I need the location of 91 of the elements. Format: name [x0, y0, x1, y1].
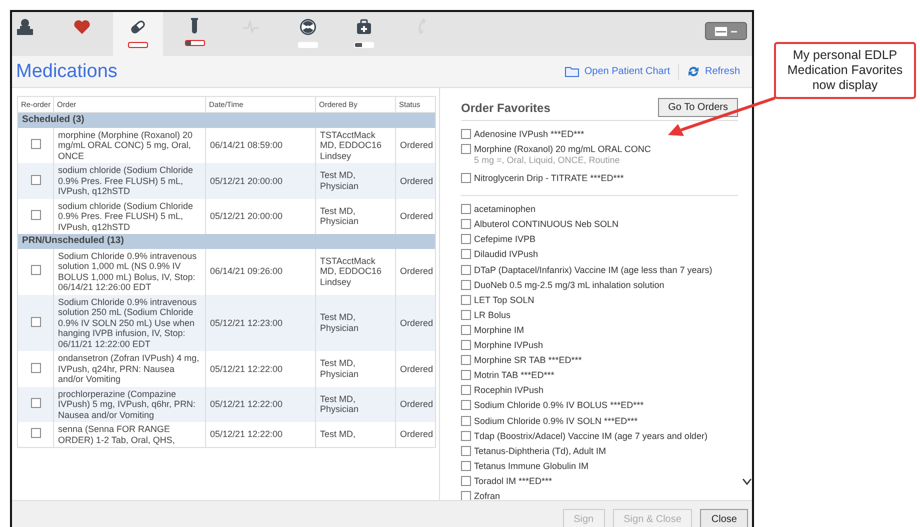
table-cell: Test MD, [316, 422, 396, 448]
checkbox[interactable] [461, 264, 471, 275]
tab[interactable] [113, 12, 163, 56]
test-tube-icon [191, 18, 198, 34]
checkbox[interactable] [461, 324, 471, 335]
open-chart-link[interactable]: Open Patient Chart [557, 66, 678, 77]
favorite-label[interactable]: Toradol IM ***ED*** [474, 476, 552, 487]
checkbox[interactable] [30, 428, 40, 438]
checkbox[interactable] [461, 446, 471, 456]
tray-icon [713, 25, 739, 37]
favorite-label[interactable]: Morphine (Roxanol) 20 mg/mL ORAL CONC [474, 144, 651, 156]
favorite-label[interactable]: acetaminophen [474, 204, 536, 216]
checkbox[interactable] [30, 139, 40, 149]
checkbox[interactable] [30, 362, 40, 372]
table-cell: Ordered [396, 294, 436, 351]
checkbox[interactable] [461, 204, 471, 214]
table-cell: Test MD, Physician [316, 294, 396, 351]
page-title: Medications [16, 60, 118, 82]
favorite-label[interactable]: Morphine SR TAB ***ED*** [474, 355, 582, 366]
checkbox[interactable] [461, 310, 471, 320]
favorite-label[interactable]: Sodium Chloride 0.9% IV SOLN ***ED*** [474, 416, 638, 426]
checkbox[interactable] [461, 129, 471, 139]
favorite-label[interactable]: Albuterol CONTINUOUS Neb SOLN [474, 219, 619, 230]
panel-title: Order Favorites [461, 100, 550, 114]
favorite-label[interactable]: DTaP (Daptacel/Infanrix) Vaccine IM (age less than 7 years) [474, 264, 712, 276]
medical-kit-icon [355, 18, 373, 36]
checkbox[interactable] [30, 265, 40, 276]
checkbox[interactable] [461, 400, 471, 410]
favorite-label[interactable]: Adenosine IVPush ***ED*** [474, 129, 584, 140]
favorite-label[interactable]: LET Top SOLN [474, 294, 534, 306]
favorite-label[interactable]: DuoNeb 0.5 mg-2.5 mg/3 mL inhalation solution [474, 280, 664, 291]
table-cell: Ordered [396, 163, 436, 198]
favorite-label[interactable]: Nitroglycerin Drip - TITRATE ***ED*** [474, 173, 624, 184]
favorite-label[interactable]: Morphine IM [474, 324, 524, 336]
checkbox[interactable] [461, 294, 471, 305]
checkbox[interactable] [461, 249, 471, 260]
favorite-label[interactable]: Tetanus-Diphtheria (Td), Adult IM [474, 446, 606, 457]
radiation-icon [298, 18, 316, 36]
favorite-label[interactable]: Cefepime IVPB [474, 234, 536, 246]
favorite-label[interactable]: Rocephin IVPush [474, 385, 544, 396]
scroll-down-icon[interactable] [742, 478, 752, 486]
checkbox[interactable] [461, 385, 471, 396]
favorite-label[interactable]: Tdap (Boostrix/Adacel) Vaccine IM (age 7 years and older) [474, 430, 708, 442]
table-cell: Sodium Chloride 0.9% intravenous solution 250 mL (Sodium Chloride 0.9% IV SOLN 250 mL) Use when hanging IVPB infusion, IV, Stop: 06/11/21 12:22:00 EDT [54, 294, 206, 351]
table-cell: Test MD, Physician [316, 163, 396, 198]
favorite-label[interactable]: Sodium Chloride 0.9% IV BOLUS ***ED*** [474, 400, 644, 412]
refresh-link[interactable]: Refresh [678, 65, 748, 78]
checkbox[interactable] [461, 355, 471, 366]
checkbox[interactable] [461, 144, 471, 154]
table-cell: prochlorperazine (Compazine IVPush) 5 mg, IVPush, q6hr, PRN: Nausea and/or Vomiting [54, 386, 206, 422]
favorite-label[interactable]: Motrin TAB ***ED*** [474, 370, 554, 382]
folder-icon [565, 66, 580, 77]
checkbox[interactable] [30, 316, 40, 326]
group-header: PRN/Unscheduled (13) [18, 234, 436, 248]
favorite-label[interactable]: LR Bolus [474, 310, 511, 321]
go-to-orders-button[interactable]: Go To Orders [658, 98, 738, 117]
tray-button[interactable] [705, 22, 747, 40]
table-cell: Test MD, Physician [316, 386, 396, 422]
table-cell: 05/12/21 12:22:00 [206, 386, 316, 422]
checkbox[interactable] [30, 210, 40, 220]
favorite-detail: 5 mg =, Oral, Liquid, ONCE, Routine [474, 155, 621, 166]
person-icon [16, 18, 34, 36]
table-cell: senna (Senna FOR RANGE ORDER) 1-2 Tab, Oral, QHS, [54, 422, 206, 448]
favorite-label[interactable]: Zofran [474, 490, 500, 500]
checkbox[interactable] [461, 280, 471, 290]
table-cell: 05/12/21 20:00:00 [206, 163, 316, 198]
checkbox[interactable] [461, 460, 471, 471]
refresh-icon [686, 65, 700, 78]
table-cell: sodium chloride (Sodium Chloride 0.9% Pres. Free FLUSH) 5 mL, IVPush, q12hSTD [54, 163, 206, 198]
favorite-label[interactable]: Tetanus Immune Globulin IM [474, 460, 589, 472]
table-cell: 05/12/21 12:23:00 [206, 294, 316, 351]
table-cell: Ordered [396, 422, 436, 448]
group-header: Scheduled (3) [18, 112, 436, 128]
checkbox[interactable] [461, 219, 471, 230]
heart-icon [72, 18, 90, 36]
footer-button[interactable]: Close [700, 509, 748, 527]
checkbox[interactable] [30, 174, 40, 184]
table-cell: 05/12/21 12:22:00 [206, 422, 316, 448]
checkbox[interactable] [461, 476, 471, 486]
checkbox[interactable] [461, 173, 471, 184]
checkbox[interactable] [30, 398, 40, 408]
checkbox[interactable] [461, 370, 471, 380]
callout-note: My personal EDLP Medication Favorites now display [774, 42, 916, 99]
favorite-label[interactable]: Morphine IVPush [474, 340, 544, 352]
checkbox[interactable] [461, 340, 471, 350]
favorite-label[interactable]: Dilaudid IVPush [474, 249, 538, 260]
checkbox[interactable] [461, 490, 471, 500]
table-cell: Ordered [396, 386, 436, 422]
checkbox[interactable] [461, 430, 471, 441]
checkbox[interactable] [461, 416, 471, 426]
checkbox[interactable] [461, 234, 471, 244]
